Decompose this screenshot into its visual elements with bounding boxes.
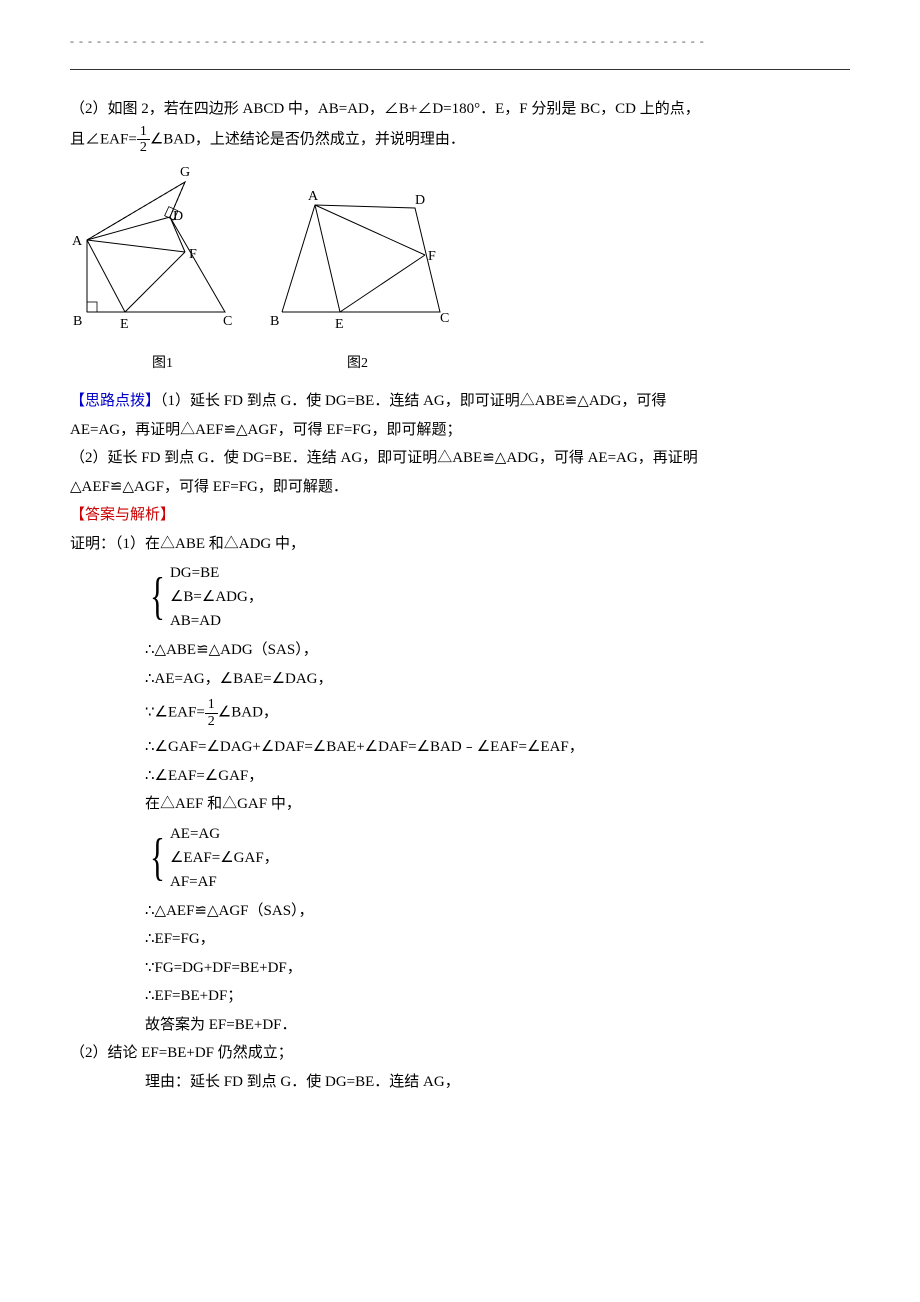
- b1-l3: AB=AD: [170, 609, 263, 633]
- proof-l5: ∴∠EAF=∠GAF，: [145, 762, 850, 791]
- hint-line3: （2）延长 FD 到点 G．使 DG=BE．连结 AG，即可证明△ABE≌△AD…: [70, 444, 850, 473]
- frac1-den: 2: [137, 140, 150, 155]
- hint-line2: AE=AG，再证明△AEF≌△AGF，可得 EF=FG，即可解题；: [70, 416, 850, 445]
- proof-l9: ∵FG=DG+DF=BE+DF，: [145, 954, 850, 983]
- diagram-row: G D A F B E C 图1 A D F B E C 图2: [70, 160, 850, 377]
- proof-l7: ∴△AEF≌△AGF（SAS），: [145, 897, 850, 926]
- lbl2-D: D: [415, 193, 425, 208]
- proof-l4: ∴∠GAF=∠DAG+∠DAF=∠BAE+∠DAF=∠BAD﹣∠EAF=∠EAF…: [145, 733, 850, 762]
- b2-l1: AE=AG: [170, 822, 279, 846]
- frac2-num: 1: [205, 697, 218, 713]
- proof-l6: 在△AEF 和△GAF 中，: [145, 790, 850, 819]
- lbl2-E: E: [335, 317, 344, 332]
- proof-l10: ∴EF=BE+DF；: [145, 982, 850, 1011]
- fraction-half-2: 12: [205, 697, 218, 729]
- b1-l1: DG=BE: [170, 561, 263, 585]
- hint-line1: （1）延长 FD 到点 G．使 DG=BE．连结 AG，即可证明△ABE≌△AD…: [160, 393, 666, 409]
- hint-block: 【思路点拨】（1）延长 FD 到点 G．使 DG=BE．连结 AG，即可证明△A…: [70, 387, 850, 416]
- proof-start: 证明：（1）在△ABE 和△ADG 中，: [70, 530, 850, 559]
- answer-label: 【答案与解析】: [70, 501, 850, 530]
- part2-line2: 理由：延长 FD 到点 G．使 DG=BE．连结 AG，: [145, 1068, 850, 1097]
- brace-icon: {: [150, 571, 165, 623]
- proof-l3: ∵∠EAF=12∠BAD，: [145, 697, 850, 729]
- diagram-2-label: 图2: [265, 351, 450, 378]
- frac2-den: 2: [205, 714, 218, 729]
- p-l3a: ∵∠EAF=: [145, 705, 205, 721]
- lbl-F: F: [189, 247, 197, 262]
- b2-l2: ∠EAF=∠GAF，: [170, 846, 279, 870]
- lbl2-C: C: [440, 311, 449, 326]
- fraction-half-1: 12: [137, 124, 150, 156]
- lbl-D: D: [173, 209, 183, 224]
- lbl-E: E: [120, 317, 129, 332]
- lbl-A: A: [72, 234, 83, 249]
- brace-group-2: { AE=AG ∠EAF=∠GAF， AF=AF: [145, 822, 850, 894]
- p-l3b: ∠BAD，: [218, 705, 278, 721]
- proof-l2: ∴AE=AG，∠BAE=∠DAG，: [145, 665, 850, 694]
- b2-l3: AF=AF: [170, 870, 279, 894]
- proof-l8: ∴EF=FG，: [145, 925, 850, 954]
- paragraph-1: （2）如图 2，若在四边形 ABCD 中，AB=AD，∠B+∠D=180°．E，…: [70, 95, 850, 124]
- hint-label: 【思路点拨】: [70, 393, 160, 409]
- frac1-num: 1: [137, 124, 150, 140]
- b1-l2: ∠B=∠ADG，: [170, 585, 263, 609]
- part2-line1: （2）结论 EF=BE+DF 仍然成立；: [70, 1039, 850, 1068]
- diagram-1: G D A F B E C 图1: [70, 160, 255, 377]
- proof-block: { DG=BE ∠B=∠ADG， AB=AD ∴△ABE≌△ADG（SAS）， …: [145, 561, 850, 1039]
- lbl2-B: B: [270, 314, 279, 329]
- paragraph-2: 且∠EAF=12∠BAD，上述结论是否仍然成立，并说明理由．: [70, 124, 850, 156]
- proof-l1: ∴△ABE≌△ADG（SAS），: [145, 636, 850, 665]
- header-border: - - - - - - - - - - - - - - - - - - - - …: [70, 30, 850, 44]
- p2a: 且∠EAF=: [70, 131, 137, 147]
- lbl-G: G: [180, 165, 190, 180]
- p2b: ∠BAD，上述结论是否仍然成立，并说明理由．: [150, 131, 465, 147]
- diagram-2: A D F B E C 图2: [265, 160, 450, 377]
- hint-line4: △AEF≌△AGF，可得 EF=FG，即可解题．: [70, 473, 850, 502]
- lbl-C: C: [223, 314, 232, 329]
- lbl2-A: A: [308, 189, 319, 204]
- brace-icon-2: {: [150, 832, 165, 884]
- lbl-B: B: [73, 314, 82, 329]
- proof-l11: 故答案为 EF=BE+DF．: [145, 1011, 850, 1040]
- lbl2-F: F: [428, 249, 436, 264]
- diagram-1-label: 图1: [70, 351, 255, 378]
- brace-group-1: { DG=BE ∠B=∠ADG， AB=AD: [145, 561, 850, 633]
